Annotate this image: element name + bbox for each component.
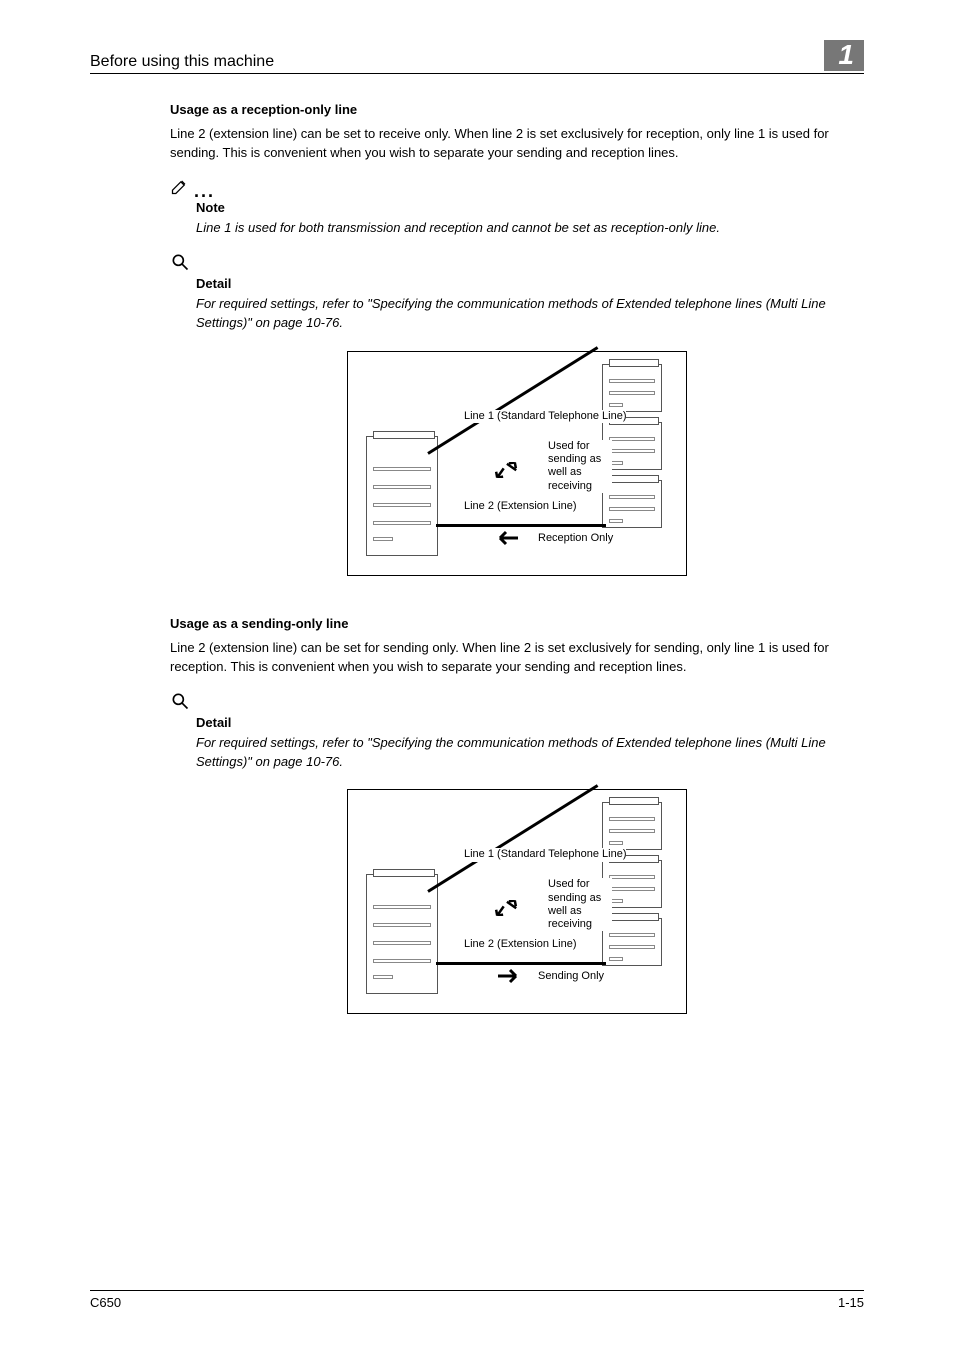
printer-remote-icon — [602, 364, 662, 412]
running-title: Before using this machine — [90, 53, 274, 71]
detail-head-2 — [170, 691, 864, 711]
diagram-line2-label: Line 2 (Extension Line) — [464, 938, 577, 951]
printer-remote-icon — [602, 802, 662, 850]
footer-model: C650 — [90, 1295, 121, 1310]
note-body: Line 1 is used for both transmission and… — [196, 219, 864, 238]
diagram-line1-label: Line 1 (Standard Telephone Line) — [464, 848, 626, 861]
left-arrow-icon — [496, 530, 520, 546]
printer-main-icon — [366, 436, 438, 556]
detail-body-1: For required settings, refer to "Specify… — [196, 295, 864, 333]
diagram-mode-label: Reception Only — [538, 532, 613, 545]
magnifier-icon — [170, 252, 190, 272]
right-arrow-icon — [496, 968, 520, 984]
detail-head-1 — [170, 252, 864, 272]
section-heading-sending: Usage as a sending-only line — [170, 616, 864, 631]
detail-callout-2: Detail For required settings, refer to "… — [170, 691, 864, 772]
line2-connection — [436, 524, 606, 527]
double-arrow-icon — [494, 462, 518, 478]
ellipsis-icon: ... — [194, 186, 215, 196]
detail-body-2: For required settings, refer to "Specify… — [196, 734, 864, 772]
double-arrow-icon — [494, 900, 518, 916]
note-head: ... — [170, 176, 864, 196]
detail-label-1: Detail — [196, 276, 864, 291]
chapter-number-badge: 1 — [824, 40, 864, 71]
detail-label-2: Detail — [196, 715, 864, 730]
diagram-frame: Line 1 (Standard Telephone Line) Used fo… — [347, 789, 687, 1014]
detail-callout-1: Detail For required settings, refer to "… — [170, 252, 864, 333]
section-body-reception: Line 2 (extension line) can be set to re… — [170, 125, 864, 163]
diagram-sending: Line 1 (Standard Telephone Line) Used fo… — [170, 789, 864, 1014]
diagram-line2-label: Line 2 (Extension Line) — [464, 500, 577, 513]
footer-page-number: 1-15 — [838, 1295, 864, 1310]
note-label: Note — [196, 200, 864, 215]
magnifier-icon — [170, 691, 190, 711]
page-content: Usage as a reception-only line Line 2 (e… — [90, 102, 864, 1015]
diagram-mode-label: Sending Only — [538, 970, 604, 983]
section-heading-reception: Usage as a reception-only line — [170, 102, 864, 117]
section-body-sending: Line 2 (extension line) can be set for s… — [170, 639, 864, 677]
diagram-frame: Line 1 (Standard Telephone Line) Used fo… — [347, 351, 687, 576]
page-header: Before using this machine 1 — [90, 40, 864, 74]
line1-connection — [427, 346, 598, 455]
pencil-icon — [170, 176, 190, 196]
line2-connection — [436, 962, 606, 965]
note-callout: ... Note Line 1 is used for both transmi… — [170, 176, 864, 238]
page-footer: C650 1-15 — [90, 1290, 864, 1310]
printer-main-icon — [366, 874, 438, 994]
diagram-usedfor-label: Used for sending as well as receiving — [548, 878, 612, 931]
diagram-line1-label: Line 1 (Standard Telephone Line) — [464, 410, 626, 423]
line1-connection — [427, 785, 598, 894]
diagram-reception: Line 1 (Standard Telephone Line) Used fo… — [170, 351, 864, 576]
diagram-usedfor-label: Used for sending as well as receiving — [548, 440, 612, 493]
